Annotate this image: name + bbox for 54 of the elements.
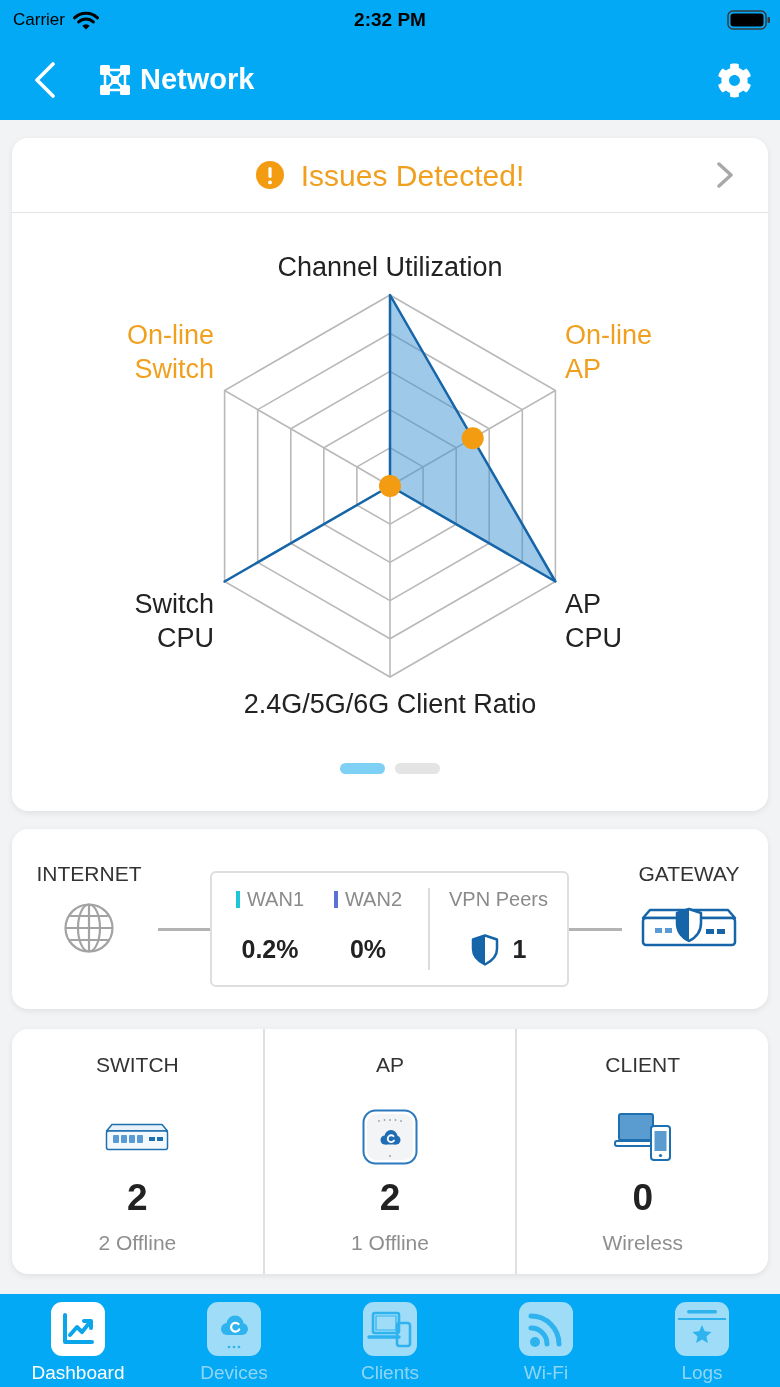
nav-tab[interactable]: Dashboard xyxy=(0,1294,156,1387)
issues-button[interactable]: Issues Detected! xyxy=(12,138,768,213)
vpn-label: VPN Peers xyxy=(449,887,548,911)
wan-label: WAN2 xyxy=(344,887,402,912)
battery-icon xyxy=(727,10,771,30)
globe-icon xyxy=(64,903,114,953)
wan-label: WAN1 xyxy=(246,887,304,912)
internet-label: INTERNET xyxy=(36,862,142,886)
nav-tab[interactable]: Devices xyxy=(156,1294,312,1387)
tile-title: SWITCH xyxy=(95,1053,179,1077)
cloud-icon xyxy=(207,1302,261,1356)
axis-label: Switch CPU xyxy=(133,588,214,655)
nav-tab[interactable]: Logs xyxy=(624,1294,780,1387)
tile-title: CLIENT xyxy=(605,1053,680,1077)
star-box-icon xyxy=(675,1302,729,1356)
shield-icon xyxy=(470,933,499,966)
status-text: 1 Offline xyxy=(351,1231,429,1255)
wan-value: 0% xyxy=(349,934,387,964)
network-icon xyxy=(100,65,130,95)
connection-line xyxy=(569,928,622,931)
wifi-icon xyxy=(72,10,99,30)
device-count: 0 xyxy=(632,1178,653,1218)
connection-line xyxy=(158,928,210,931)
feed-icon xyxy=(519,1302,573,1356)
status-text: Wireless xyxy=(602,1231,683,1255)
carrier-label: Carrier xyxy=(13,9,65,32)
chart-icon xyxy=(51,1302,105,1356)
device-count: 2 xyxy=(127,1178,148,1218)
time-label: 2:32 PM xyxy=(354,7,426,32)
nav-tab[interactable]: Clients xyxy=(312,1294,468,1387)
gateway-icon xyxy=(641,907,737,947)
warning-icon xyxy=(255,161,284,189)
settings-button[interactable] xyxy=(717,62,752,98)
back-button[interactable] xyxy=(33,62,57,98)
device-count: 2 xyxy=(379,1178,401,1218)
vpn-count: 1 xyxy=(512,934,527,965)
axis-label: AP CPU xyxy=(565,588,623,655)
laptop-phone-icon xyxy=(613,1112,672,1162)
axis-label: 2.4G/5G/6G Client Ratio xyxy=(243,689,537,719)
axis-label: On-line Switch xyxy=(125,319,214,386)
wan-value: 0.2% xyxy=(241,934,299,964)
axis-label: On-line AP xyxy=(565,319,654,386)
access-point-icon xyxy=(362,1109,418,1165)
page-title: Network xyxy=(140,62,255,98)
switch-icon xyxy=(105,1123,170,1151)
settings-icon xyxy=(717,62,752,98)
laptop-phone-icon xyxy=(363,1302,417,1356)
axis-label: Channel Utilization xyxy=(277,252,503,282)
tile-title: AP xyxy=(376,1053,404,1077)
gateway-label: GATEWAY xyxy=(638,862,740,886)
nav-tab[interactable]: Wi-Fi xyxy=(468,1294,624,1387)
chevron-right-icon xyxy=(716,162,734,188)
status-text: 2 Offline xyxy=(98,1231,177,1255)
chevron-left-icon xyxy=(33,62,57,98)
